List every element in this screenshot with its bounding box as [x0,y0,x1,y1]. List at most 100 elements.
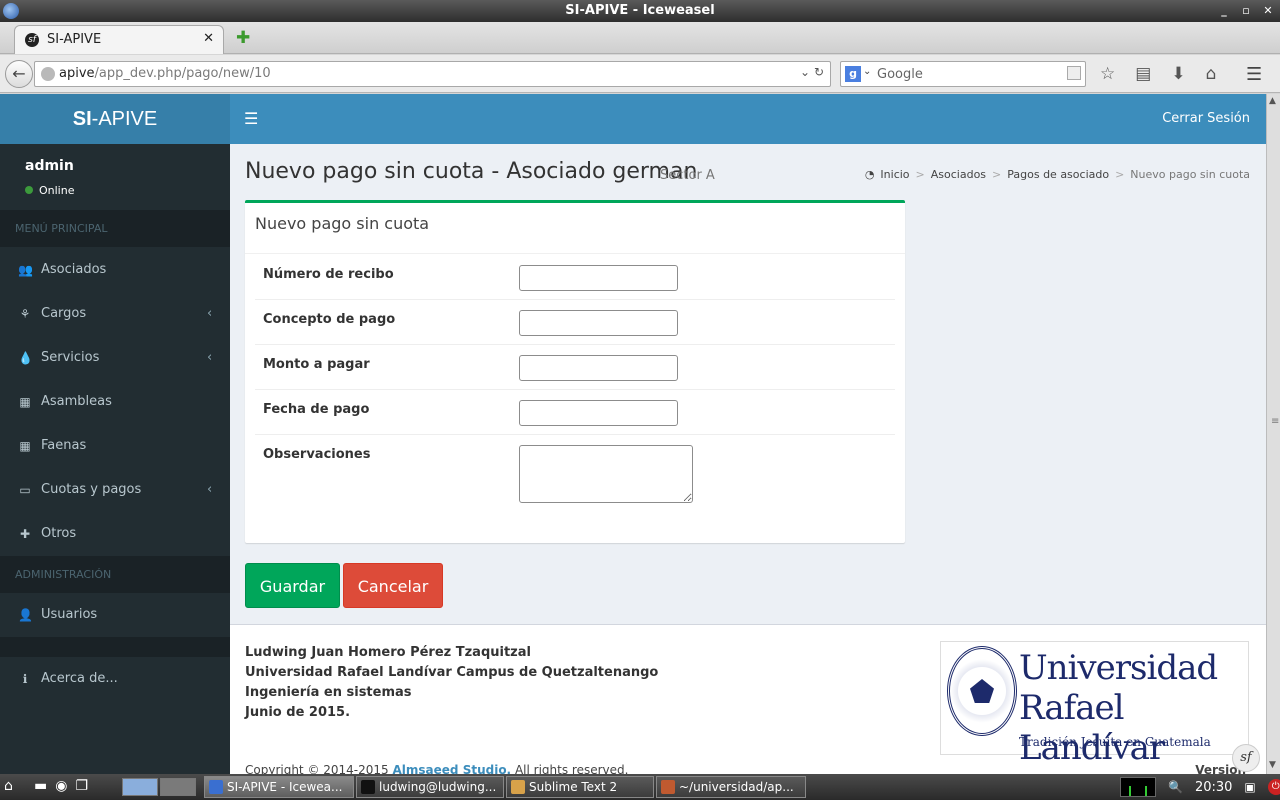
user-panel: admin Online [0,144,230,210]
iceweasel-icon [3,3,19,19]
search-go-icon[interactable] [1067,66,1081,80]
sidebar: SI-APIVE admin Online MENÚ PRINCIPAL 👥 A… [0,94,230,774]
engine-dropdown-icon[interactable]: ⌄ [863,66,871,77]
logo-rest: -APIVE [91,108,158,130]
new-tab-icon[interactable]: ✚ [236,30,250,47]
navigation-bar: ← apive/app_dev.php/pago/new/10 ⌄ ↻ g ⌄ … [0,55,1280,93]
online-status: Online [25,184,74,197]
sidebar-item-otros[interactable]: ✚ Otros [0,512,230,556]
clock[interactable]: 20:30 [1195,780,1232,795]
field-row-concepto-pago: Concepto de pago [255,300,895,345]
observaciones-textarea[interactable] [519,445,693,503]
field-row-observaciones: Observaciones [255,435,895,515]
window-title: SI-APIVE - Iceweasel [565,3,715,18]
field-label: Monto a pagar [263,357,370,372]
symfony-favicon-icon: sf [25,33,39,47]
field-label: Observaciones [263,447,371,462]
desktop-2-button[interactable] [160,778,196,796]
maximize-button[interactable]: ▫ [1240,0,1252,22]
page-scrollbar[interactable]: ▲ ≡ ▼ [1266,94,1280,774]
sidebar-item-servicios[interactable]: 💧 Servicios ‹ [0,336,230,380]
desktop-1-button[interactable] [122,778,158,796]
sidebar-item-label: Faenas [41,438,87,453]
browser-tab[interactable]: sf SI-APIVE ✕ [14,25,224,54]
breadcrumb: ◔ Inicio > Asociados > Pagos de asociado… [865,168,1250,181]
task-label: ludwing@ludwing... [379,780,497,794]
monto-input[interactable] [519,355,678,381]
url-path: /app_dev.php/pago/new/10 [94,66,271,81]
info-icon: ℹ [22,672,28,686]
field-label: Fecha de pago [263,402,370,417]
sidebar-item-label: Acerca de... [41,671,118,686]
clipboard-icon[interactable]: ▤ [1135,64,1151,84]
close-window-button[interactable]: ✕ [1262,0,1274,22]
file-manager-icon[interactable]: ▬ [34,778,47,794]
online-dot-icon [25,186,33,194]
search-tray-icon[interactable]: 🔍 [1168,780,1183,794]
copyright: Copyright © 2014-2015 Almsaeed Studio. A… [245,763,628,774]
breadcrumb-inicio[interactable]: Inicio [880,168,909,181]
google-engine-icon[interactable]: g [845,66,861,82]
task-sublime[interactable]: Sublime Text 2 [506,776,654,798]
star-icon[interactable]: ☆ [1100,64,1115,84]
page-subtitle: Sector A [660,168,715,183]
sidebar-item-faenas[interactable]: ▦ Faenas [0,424,230,468]
task-terminal[interactable]: ludwing@ludwing... [356,776,504,798]
task-iceweasel[interactable]: SI-APIVE - Icewea... [204,776,354,798]
sidebar-item-usuarios[interactable]: 👤 Usuarios [0,593,230,637]
app-logo[interactable]: SI-APIVE [0,94,230,144]
sidebar-header-main: MENÚ PRINCIPAL [0,210,230,247]
almsaeed-link[interactable]: Almsaeed Studio. [393,763,512,774]
scroll-thumb[interactable]: ≡ [1271,416,1279,427]
logout-link[interactable]: Cerrar Sesión [1162,111,1250,126]
logo-rafael-landivar: Rafael Landívar [1019,688,1165,768]
power-icon[interactable]: ⏻ [1267,779,1280,795]
download-icon[interactable]: ⬇ [1171,64,1185,84]
start-menu-icon[interactable]: ⌂ [4,778,24,796]
sidebar-item-label: Cargos [41,306,87,321]
dashboard-icon: ◔ [864,168,875,181]
reload-icon[interactable]: ↻ [814,65,824,79]
scroll-down-icon[interactable]: ▼ [1269,760,1276,770]
calendar-icon: ▦ [19,395,31,409]
url-text[interactable]: apive/app_dev.php/pago/new/10 [59,66,271,81]
scroll-up-icon[interactable]: ▲ [1269,96,1276,106]
search-input[interactable]: Google [877,67,923,82]
numero-recibo-input[interactable] [519,265,678,291]
folder-task-icon [661,780,675,794]
concepto-pago-input[interactable] [519,310,678,336]
task-folder[interactable]: ~/universidad/ap... [656,776,806,798]
symfony-toolbar-icon[interactable]: sf [1232,744,1260,772]
home-icon[interactable]: ⌂ [1206,64,1217,84]
desktop: SI-APIVE - Iceweasel _ ▫ ✕ sf SI-APIVE ✕… [0,0,1280,800]
breadcrumb-asociados[interactable]: Asociados [931,168,986,181]
browser-launcher-icon[interactable]: ◉ [55,778,67,794]
online-label: Online [39,184,75,197]
sidebar-item-asambleas[interactable]: ▦ Asambleas [0,380,230,424]
box-divider [245,253,905,254]
box-title: Nuevo pago sin cuota [255,214,430,233]
sidebar-item-cargos[interactable]: ⚘ Cargos ‹ [0,292,230,336]
back-button[interactable]: ← [5,60,33,88]
footer-university: Universidad Rafael Landívar Campus de Qu… [245,665,659,680]
lock-screen-icon[interactable]: ▣ [1244,780,1255,794]
cancel-button[interactable]: Cancelar [343,563,443,608]
minimize-button[interactable]: _ [1218,0,1230,22]
sublime-task-icon [511,780,525,794]
breadcrumb-pagos[interactable]: Pagos de asociado [1007,168,1109,181]
search-bar[interactable]: g ⌄ Google [840,61,1086,87]
url-host: apive [59,66,95,81]
menu-icon[interactable]: ☰ [1246,64,1262,85]
sidebar-item-acerca-de[interactable]: ℹ Acerca de... [0,657,230,701]
sidebar-toggle-icon[interactable]: ☰ [244,109,258,128]
tab-close-icon[interactable]: ✕ [203,31,214,46]
save-button[interactable]: Guardar [245,563,340,608]
quick-launch: ▬ ◉ ❐ [34,778,88,794]
url-bar[interactable]: apive/app_dev.php/pago/new/10 ⌄ ↻ [34,61,831,87]
sidebar-item-asociados[interactable]: 👥 Asociados [0,248,230,292]
sidebar-item-cuotas-y-pagos[interactable]: ▭ Cuotas y pagos ‹ [0,468,230,512]
dropdown-icon[interactable]: ⌄ [800,65,810,79]
fecha-pago-input[interactable] [519,400,678,426]
globe-icon [41,67,55,81]
windows-icon[interactable]: ❐ [75,778,88,794]
